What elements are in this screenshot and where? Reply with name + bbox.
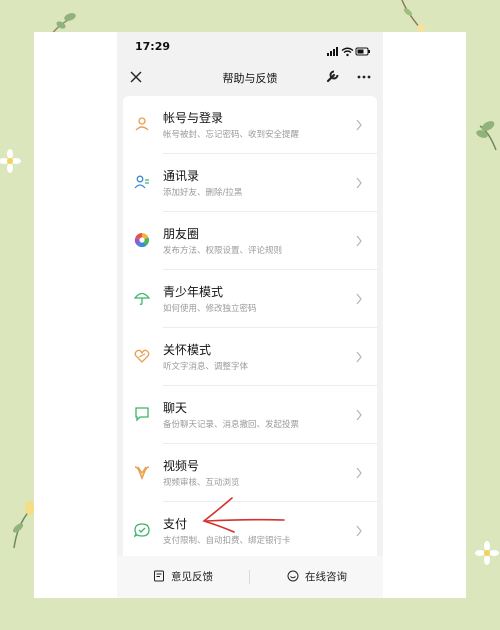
- status-bar: 17:29: [117, 32, 383, 62]
- heart-icon: [134, 349, 150, 363]
- consult-icon: [287, 570, 299, 582]
- feedback-label: 意见反馈: [171, 571, 213, 583]
- item-subtitle: 帐号被封、忘记密码、收到安全提醒: [163, 130, 300, 140]
- status-icons: [327, 42, 371, 61]
- more-icon[interactable]: [355, 68, 373, 86]
- signal-icon: [327, 47, 338, 56]
- item-subtitle: 发布方法、权限设置、评论规则: [163, 246, 283, 256]
- battery-icon: [355, 47, 370, 56]
- person-icon: [135, 117, 149, 131]
- page-title: 帮助与反馈: [222, 72, 278, 85]
- list-item-moments[interactable]: 朋友圈 发布方法、权限设置、评论规则: [123, 212, 377, 270]
- item-title: 视频号: [163, 459, 200, 473]
- item-subtitle: 添加好友、删除/拉黑: [163, 188, 243, 198]
- pay-icon: [134, 523, 150, 538]
- chevron-right-icon: [356, 235, 362, 247]
- item-title: 帐号与登录: [163, 111, 224, 125]
- item-subtitle: 如何使用、修改独立密码: [163, 304, 257, 314]
- channels-icon: [134, 466, 150, 480]
- chevron-right-icon: [356, 351, 362, 363]
- bottom-bar: 意见反馈 在线咨询: [117, 556, 383, 598]
- chevron-right-icon: [356, 119, 362, 131]
- item-title: 通讯录: [163, 169, 200, 183]
- chevron-right-icon: [356, 293, 362, 305]
- bottom-bar-separator: [249, 570, 250, 584]
- nav-bar: 帮助与反馈: [117, 62, 383, 92]
- list-item-teen-mode[interactable]: 青少年模式 如何使用、修改独立密码: [123, 270, 377, 328]
- item-title: 关怀模式: [163, 343, 212, 357]
- moments-icon: [134, 232, 150, 248]
- chevron-right-icon: [356, 467, 362, 479]
- item-title: 支付: [163, 517, 188, 531]
- item-title: 朋友圈: [163, 227, 200, 241]
- chat-icon: [135, 407, 149, 422]
- red-arrow-annotation: [202, 497, 285, 533]
- item-subtitle: 备份聊天记录、消息撤回、发起投票: [163, 420, 300, 430]
- consult-label: 在线咨询: [305, 571, 347, 583]
- leaf-decoration-right: [476, 121, 497, 151]
- daisy-decoration-left: [0, 149, 21, 173]
- flower-decoration-top-right: [401, 0, 425, 32]
- umbrella-icon: [134, 292, 150, 305]
- chevron-right-icon: [356, 409, 362, 421]
- wifi-icon: [341, 47, 354, 57]
- status-time: 17:29: [135, 40, 171, 53]
- item-title: 聊天: [163, 401, 188, 415]
- list-item-account-login[interactable]: 帐号与登录 帐号被封、忘记密码、收到安全提醒: [123, 96, 377, 154]
- list-item-contacts[interactable]: 通讯录 添加好友、删除/拉黑: [123, 154, 377, 212]
- item-title: 青少年模式: [163, 285, 224, 299]
- feedback-icon: [154, 570, 164, 582]
- wrench-icon[interactable]: [325, 68, 341, 84]
- contacts-icon: [134, 175, 149, 189]
- item-subtitle: 视频审核、互动浏览: [163, 478, 240, 488]
- daisy-decoration-bottom-right: [475, 541, 499, 565]
- list-item-chat[interactable]: 聊天 备份聊天记录、消息撤回、发起投票: [123, 386, 377, 444]
- item-subtitle: 听文字消息、调整字体: [163, 362, 249, 372]
- chevron-right-icon: [356, 525, 362, 537]
- chevron-right-icon: [356, 177, 362, 189]
- list-item-care-mode[interactable]: 关怀模式 听文字消息、调整字体: [123, 328, 377, 386]
